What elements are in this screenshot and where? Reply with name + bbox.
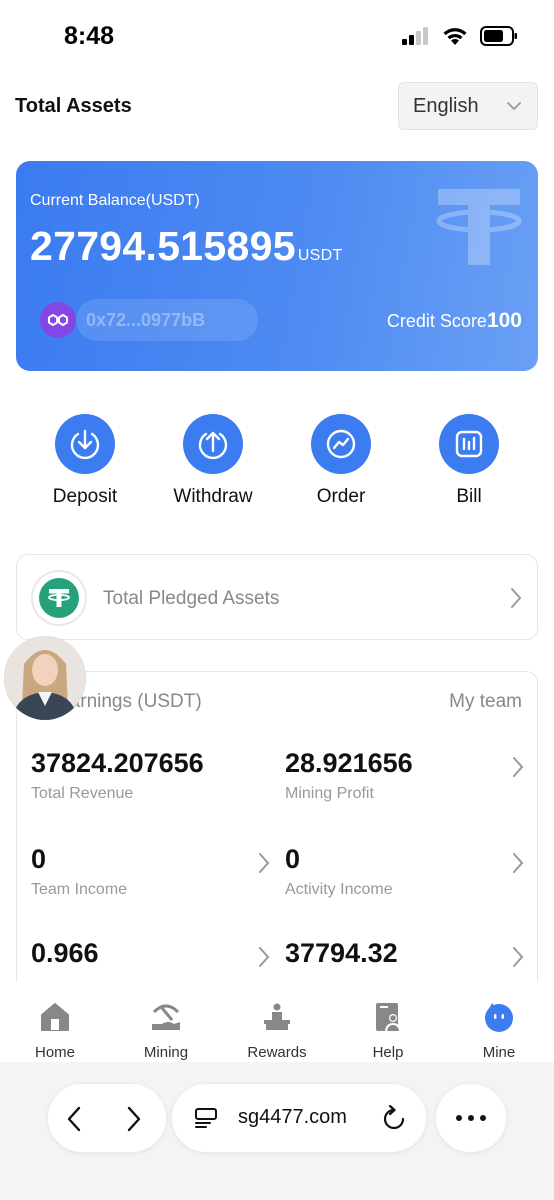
browser-nav-pill [48,1084,166,1152]
back-icon[interactable] [66,1106,82,1132]
balance-amount: 27794.515895 USDT [30,223,343,270]
withdraw-button[interactable] [183,414,243,474]
order-icon [326,429,356,459]
stat-value: 28.921656 [285,748,413,778]
pledged-assets-row[interactable]: Total Pledged Assets [16,554,538,640]
bill-action[interactable]: Bill [414,414,524,508]
rewards-icon [260,1000,294,1034]
tab-rewards[interactable]: Rewards [227,1000,327,1061]
withdraw-action[interactable]: Withdraw [158,414,268,508]
support-avatar[interactable] [4,636,86,720]
page-title: Total Assets [15,95,132,117]
browser-toolbar: sg4477.com [0,1062,554,1200]
url-text: sg4477.com [238,1106,347,1128]
tab-home[interactable]: Home [5,1000,105,1061]
stat-mining-profit[interactable]: 28.921656 Mining Profit [285,748,525,803]
stat-value: 37794.32 [285,938,398,968]
tab-label: Help [372,1044,404,1061]
stat-total-revenue: 37824.207656 Total Revenue [31,748,271,803]
tab-label: Mine [482,1044,516,1061]
chevron-down-icon [507,102,521,111]
reload-icon[interactable] [382,1105,406,1131]
signal-icon [402,27,428,45]
stat-value: 0.966 [31,938,99,968]
person-icon [4,636,86,720]
balance-value: 27794.515895 [30,223,296,269]
tab-mining[interactable]: Mining [116,1000,216,1061]
tab-mine[interactable]: Mine [449,1000,549,1061]
more-options-button[interactable] [436,1084,506,1152]
stat-staking-income[interactable]: 0.966 [31,938,271,969]
chevron-right-icon [513,853,524,873]
wifi-icon [443,28,467,45]
bill-label: Bill [456,486,482,507]
tab-label: Mining [143,1044,189,1061]
deposit-label: Deposit [52,486,118,507]
withdraw-icon [198,431,228,460]
tab-bar: Home Mining Rewards Help Mine [0,982,554,1062]
tether-icon-ring [31,570,87,626]
stat-value: 0 [31,844,47,874]
credit-value: 100 [486,309,522,332]
mine-icon [482,1000,516,1034]
address-bar[interactable]: sg4477.com [172,1084,426,1152]
order-label: Order [316,486,366,507]
chevron-right-icon [513,757,524,777]
wallet-address-pill[interactable]: 0x72...0977bB [40,299,258,341]
deposit-button[interactable] [55,414,115,474]
stat-value: 0 [285,844,301,874]
stat-team-income[interactable]: 0 Team Income [31,844,271,899]
credit-label: Credit Score [386,311,487,331]
stat-value: 37824.207656 [31,748,204,778]
polygon-icon [40,302,76,338]
tab-help[interactable]: Help [338,1000,438,1061]
wallet-address: 0x72...0977bB [86,310,206,330]
more-icon [456,1115,486,1121]
credit-score: Credit Score100 [387,309,522,333]
quick-actions: Deposit Withdraw Order Bill [0,414,554,514]
chevron-right-icon [511,588,522,608]
status-bar: 8:48 [0,0,554,72]
tab-label: Rewards [247,1044,307,1061]
stat-label: Activity Income [285,881,393,898]
stat-activity-income[interactable]: 0 Activity Income [285,844,525,899]
status-icons [402,26,518,46]
language-value: English [413,94,479,117]
stat-total-income[interactable]: 37794.32 [285,938,525,969]
battery-icon [480,26,517,46]
forward-icon[interactable] [126,1106,142,1132]
order-action[interactable]: Order [286,414,396,508]
chevron-right-icon [259,853,270,873]
tether-watermark-icon [436,189,522,265]
my-team-link[interactable]: My team [449,691,522,713]
home-icon [38,1000,72,1034]
chevron-right-icon [259,947,270,967]
chevron-right-icon [513,947,524,967]
deposit-action[interactable]: Deposit [30,414,140,508]
balance-unit: USDT [297,247,343,264]
bill-icon [455,430,483,458]
stat-label: Total Revenue [31,785,134,802]
language-select[interactable]: English [398,82,538,130]
tab-label: Home [34,1044,75,1061]
mining-icon [149,1000,183,1034]
tether-icon [39,578,79,618]
balance-card: Current Balance(USDT) 27794.515895 USDT 0… [16,161,538,371]
pledged-assets-label: Total Pledged Assets [103,588,280,609]
stat-label: Mining Profit [285,785,374,802]
tabs-icon[interactable] [194,1107,218,1129]
status-time: 8:48 [64,22,115,50]
bill-button[interactable] [439,414,499,474]
withdraw-label: Withdraw [173,486,253,507]
balance-label: Current Balance(USDT) [30,192,200,209]
deposit-icon [70,429,100,460]
help-icon [371,1000,405,1034]
header: Total Assets English [0,80,554,134]
stat-label: Team Income [31,881,128,898]
order-button[interactable] [311,414,371,474]
